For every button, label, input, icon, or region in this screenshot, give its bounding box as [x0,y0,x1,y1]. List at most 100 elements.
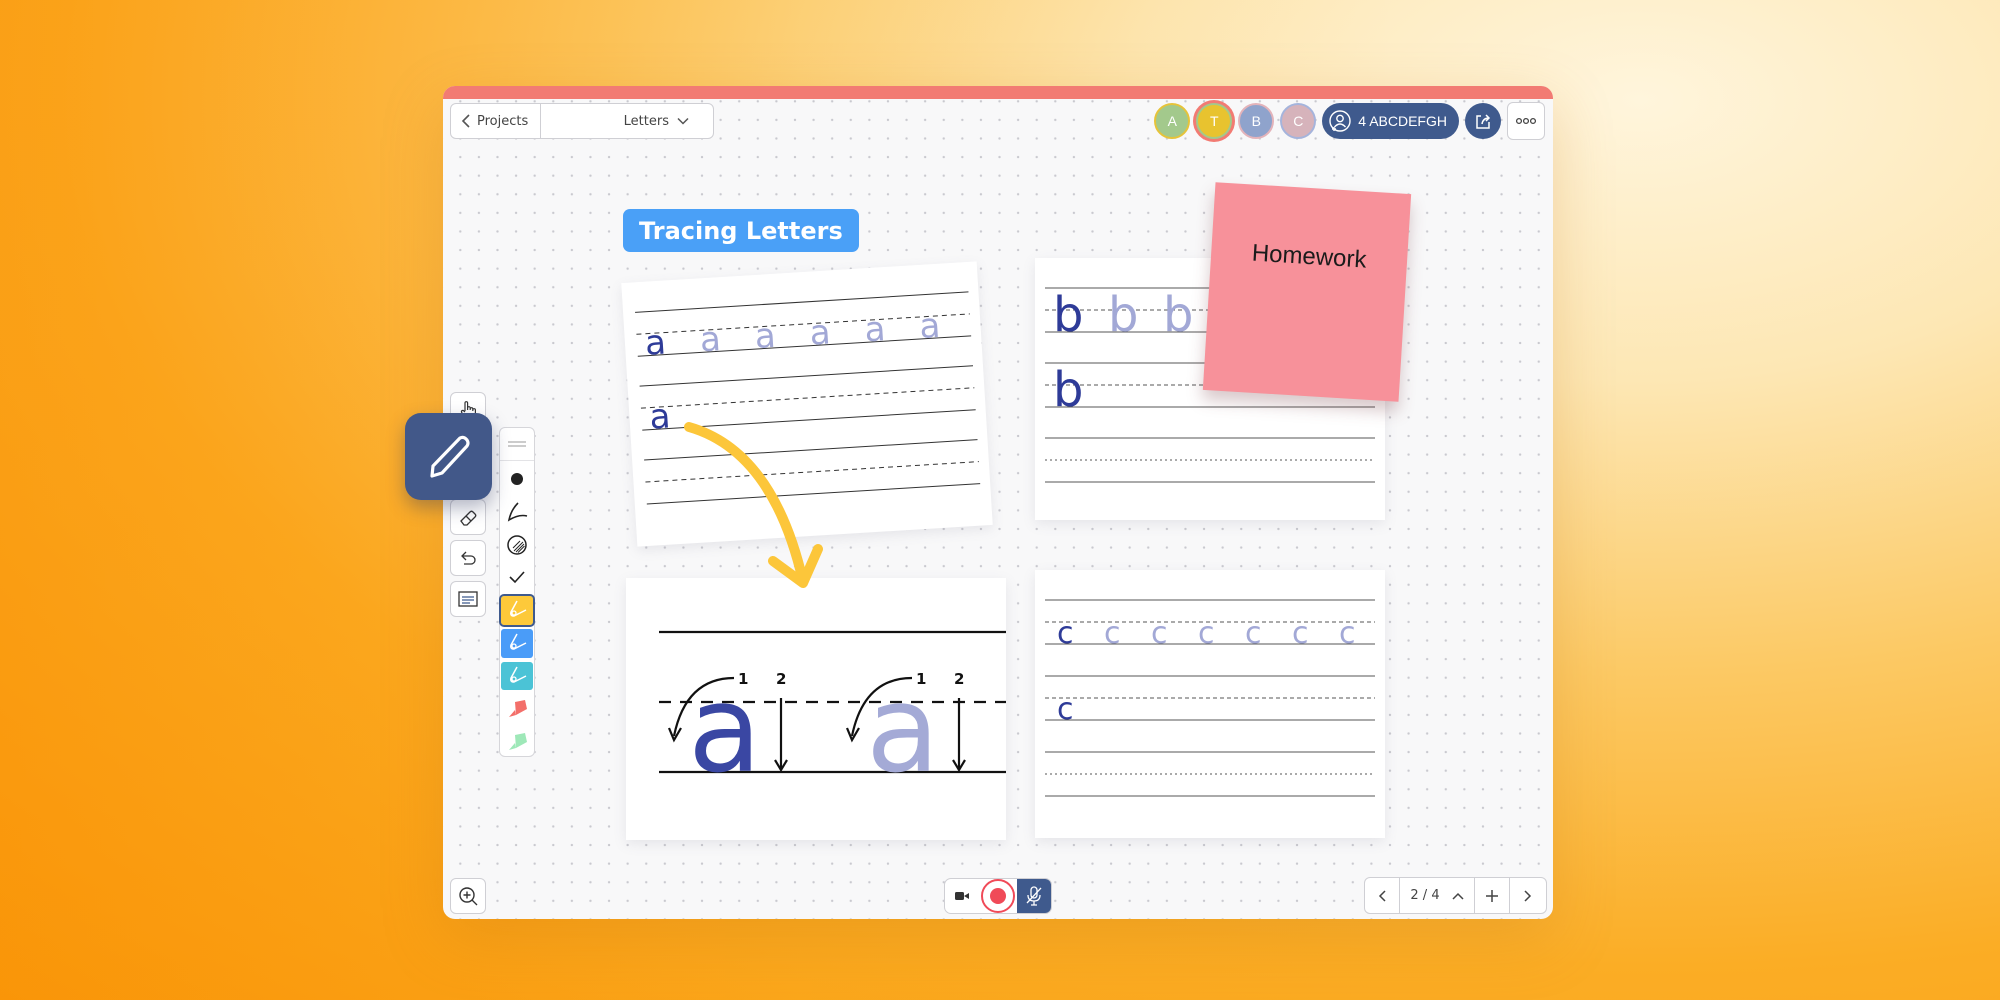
curve-icon [507,502,528,522]
pen-palette [499,427,535,757]
window-accent-bar [443,86,1553,99]
svg-text:a: a [918,306,941,347]
tracing-lines-a: a a a a a a a [635,291,981,505]
svg-text:a: a [688,661,762,800]
svg-text:c: c [1057,692,1074,727]
svg-text:b: b [1163,287,1193,343]
chevron-left-icon [461,114,470,128]
breadcrumb: Projects Letters [450,103,714,139]
dot-icon [511,472,523,485]
back-label: Projects [477,113,529,129]
line-brush-option[interactable] [501,497,533,526]
check-icon [509,571,525,584]
page-indicator-button[interactable]: 2 / 4 [1400,878,1475,913]
project-title-dropdown[interactable]: Letters [541,114,713,129]
share-button[interactable] [1465,103,1501,139]
add-page-button[interactable] [1475,878,1510,913]
pencil-icon [429,435,470,478]
drag-handle-icon [508,441,526,447]
svg-text:c: c [1104,616,1121,651]
worksheet-stroke-order-a[interactable]: 1 2 1 2 a a [626,578,1006,840]
red-marker-option[interactable] [501,694,533,723]
invite-participants-button[interactable]: 4 ABCDEFGH [1322,103,1459,139]
svg-text:a: a [866,661,940,800]
back-to-projects-button[interactable]: Projects [451,104,541,138]
svg-text:a: a [863,309,886,350]
svg-text:b: b [1053,287,1083,343]
more-options-button[interactable] [1507,102,1545,140]
pen-nib-icon [510,600,527,618]
collaboration-bar: A T B C 4 ABCDEFGH [1154,102,1545,140]
pen-nib-icon [510,633,527,650]
hatch-icon [507,534,527,555]
invite-label: 4 ABCDEFGH [1358,113,1447,129]
pen-nib-icon [510,666,527,683]
drag-handle[interactable] [500,428,534,461]
zoom-in-button[interactable] [450,878,486,914]
svg-text:c: c [1057,616,1074,651]
marker-icon [509,699,527,717]
tracing-lines-c: c c c c c c c c [1045,599,1375,797]
next-page-button[interactable] [1510,878,1546,913]
teal-pen-option[interactable] [501,661,533,691]
record-icon [981,879,1015,913]
svg-text:a: a [754,316,777,357]
svg-text:a: a [648,396,671,437]
eraser-icon [460,510,477,526]
svg-text:a: a [699,319,722,360]
blue-pen-option[interactable] [501,628,533,658]
recording-controls [944,878,1052,914]
svg-text:c: c [1151,616,1168,651]
board-title-tag[interactable]: Tracing Letters [623,209,859,252]
chevron-down-icon [677,117,689,125]
hatch-brush-option[interactable] [501,530,533,559]
svg-text:c: c [1245,616,1262,651]
svg-text:c: c [1292,616,1309,651]
svg-text:2: 2 [776,670,786,688]
avatar[interactable]: A [1154,103,1191,139]
svg-text:a: a [808,312,831,353]
microphone-toggle-button[interactable] [1017,879,1051,913]
chevron-right-icon [1524,889,1532,902]
plus-icon [1486,889,1498,902]
worksheet-letter-c[interactable]: c c c c c c c c [1035,570,1385,838]
svg-text:b: b [1108,287,1138,343]
camera-toggle-button[interactable] [945,879,979,913]
svg-text:b: b [1053,362,1083,418]
avatar[interactable]: C [1280,103,1317,139]
traced-letter: a [644,323,667,364]
video-camera-icon [955,892,969,900]
zoom-in-icon [459,887,478,906]
undo-icon [461,551,476,565]
microphone-muted-icon [1026,886,1042,906]
svg-text:c: c [1198,616,1215,651]
sticky-note[interactable]: Homework [1202,182,1412,402]
svg-text:c: c [1339,616,1356,651]
page-navigator: 2 / 4 [1364,877,1547,914]
chevron-up-icon [1452,892,1464,900]
stroke-order-diagram: 1 2 1 2 a a [659,630,1006,800]
whiteboard-window: Projects Letters A T B C 4 ABCDEFGH Trac… [443,86,1553,919]
worksheet-letter-a[interactable]: a a a a a a a [621,261,993,547]
text-box-icon [458,591,478,607]
project-title: Letters [623,113,669,129]
record-button[interactable] [979,879,1017,913]
pen-tool-button[interactable] [405,413,492,500]
yellow-pen-option[interactable] [499,593,535,627]
avatar-active[interactable]: T [1196,103,1233,139]
previous-page-button[interactable] [1365,878,1400,913]
text-box-tool-button[interactable] [450,581,486,617]
undo-button[interactable] [450,540,486,576]
ellipsis-icon [1515,117,1537,125]
marker-icon [509,732,527,750]
chevron-left-icon [1378,889,1386,902]
green-marker-option[interactable] [501,727,533,756]
avatar[interactable]: B [1238,103,1275,139]
share-icon [1476,114,1491,129]
dot-brush-option[interactable] [501,465,533,494]
check-stamp-option[interactable] [501,563,533,592]
svg-text:2: 2 [954,670,964,688]
page-indicator: 2 / 4 [1410,888,1440,903]
eraser-tool-button[interactable] [450,499,486,535]
add-user-icon [1329,110,1351,132]
